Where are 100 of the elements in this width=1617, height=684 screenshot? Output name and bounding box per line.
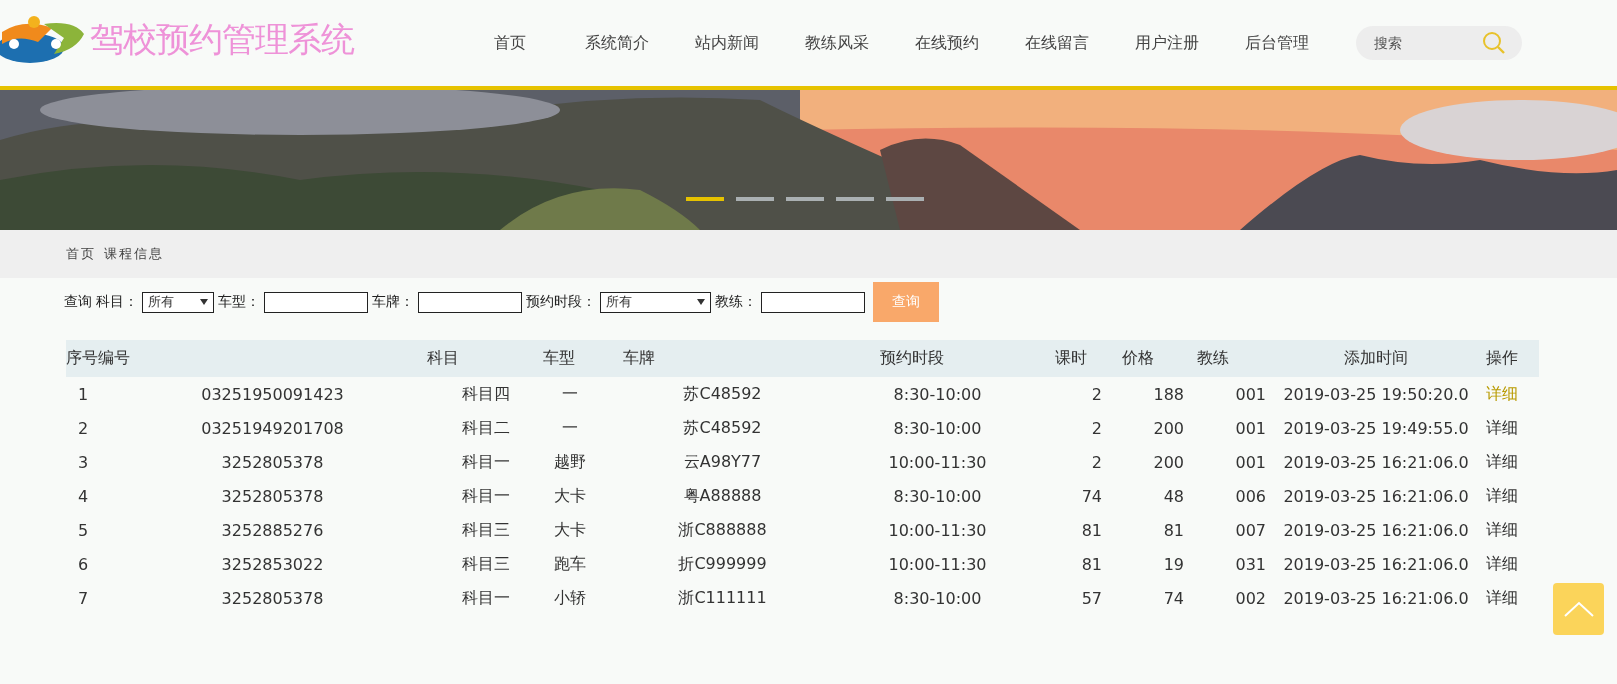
- table-cell-text: 科目二: [461, 416, 511, 439]
- table-cell-text: 001: [1234, 417, 1267, 440]
- table-cell-text: 3252853022: [220, 553, 325, 576]
- column-header: 序号编号: [66, 340, 150, 377]
- table-cell-text: 57: [1080, 587, 1103, 610]
- table-cell-text: 2019-03-25 16:21:06.0: [1282, 451, 1470, 474]
- table-cell-text: 03251949201708: [200, 417, 345, 440]
- detail-link[interactable]: 详细: [1486, 519, 1518, 539]
- table-cell: 8:30-10:00: [830, 377, 1045, 411]
- table-cell-text: 10:00-11:30: [887, 519, 988, 542]
- table-cell-text: 74: [1162, 587, 1185, 610]
- table-cell-text: 2019-03-25 16:21:06.0: [1282, 519, 1470, 542]
- table-cell-text: 科目三: [461, 518, 511, 541]
- slide-indicator[interactable]: [836, 197, 874, 201]
- table-cell-text: 科目一: [461, 450, 511, 473]
- table-cell-text: 3: [77, 451, 90, 474]
- table-cell: 2: [1045, 377, 1110, 411]
- nav-link[interactable]: 站内新闻: [672, 32, 782, 54]
- table-cell-text: 19: [1162, 553, 1185, 576]
- table-cell: 苏C48592: [615, 377, 830, 411]
- table-cell-text: 2019-03-25 19:49:55.0: [1282, 417, 1470, 440]
- nav-link[interactable]: 后台管理: [1222, 32, 1332, 54]
- table-cell-text: 大卡: [553, 518, 587, 541]
- nav-link[interactable]: 系统简介: [562, 32, 672, 54]
- column-header: 价格: [1110, 340, 1190, 377]
- table-cell-text: 3252805378: [220, 485, 325, 508]
- column-header: 预约时段: [830, 340, 1045, 377]
- table-cell-text: 031: [1234, 553, 1267, 576]
- table-cell-text: 5: [77, 519, 90, 542]
- table-cell-text: 2019-03-25 16:21:06.0: [1282, 485, 1470, 508]
- table-cell-text: 6: [77, 553, 90, 576]
- breadcrumb-link[interactable]: 首页: [66, 245, 96, 263]
- input-field[interactable]: [761, 291, 865, 313]
- input-field[interactable]: [418, 291, 522, 313]
- column-header: 车牌: [615, 340, 830, 377]
- detail-link[interactable]: 详细: [1486, 451, 1518, 471]
- table-cell: 188: [1110, 377, 1190, 411]
- slide-indicator[interactable]: [786, 197, 824, 201]
- logo-icon: [0, 14, 86, 66]
- table-cell: 科目四: [395, 377, 525, 411]
- table-cell-text: 科目一: [461, 586, 511, 609]
- chevron-up-icon: [1563, 601, 1594, 617]
- query-label: 查询: [64, 293, 92, 311]
- slide-indicator[interactable]: [686, 197, 724, 201]
- table-cell-text: 200: [1152, 417, 1185, 440]
- dropdown[interactable]: 所有: [600, 291, 711, 313]
- table-cell-text: 3252885276: [220, 519, 325, 542]
- table-cell-text: 8:30-10:00: [892, 587, 983, 610]
- input-field[interactable]: [264, 291, 368, 313]
- table-cell-text: 2: [1090, 417, 1103, 440]
- search-icon[interactable]: [1482, 31, 1506, 55]
- detail-link[interactable]: 详细: [1486, 553, 1518, 573]
- back-to-top-button[interactable]: [1553, 583, 1604, 635]
- search-field[interactable]: 搜索: [1356, 26, 1522, 60]
- nav-link[interactable]: 用户注册: [1112, 32, 1222, 54]
- column-header: 科目: [395, 340, 525, 377]
- detail-link[interactable]: 详细: [1486, 485, 1518, 505]
- nav-link[interactable]: 教练风采: [782, 32, 892, 54]
- table-cell-text: 科目三: [461, 552, 511, 575]
- table-cell-text: 2019-03-25 16:21:06.0: [1282, 587, 1470, 610]
- dropdown[interactable]: 所有: [142, 291, 214, 313]
- table-cell: 001: [1190, 377, 1272, 411]
- table-cell-text: 007: [1234, 519, 1267, 542]
- table-cell-text: 81: [1080, 553, 1103, 576]
- column-header: 操作: [1480, 340, 1539, 377]
- table-cell-text: 浙C111111: [677, 586, 768, 609]
- field-label: 车牌：: [372, 293, 414, 311]
- dropdown-arrow-icon: [200, 299, 208, 305]
- table-cell-text: 3252805378: [220, 451, 325, 474]
- table-cell-text: 10:00-11:30: [887, 451, 988, 474]
- slide-indicator[interactable]: [736, 197, 774, 201]
- table-cell-text: 科目一: [461, 484, 511, 507]
- breadcrumb-link[interactable]: 课程信息: [104, 245, 164, 263]
- column-header: 课时: [1045, 340, 1110, 377]
- table-cell-text: 81: [1162, 519, 1185, 542]
- table-cell-text: 74: [1080, 485, 1103, 508]
- slide-indicator[interactable]: [886, 197, 924, 201]
- detail-link[interactable]: 详细: [1486, 587, 1518, 607]
- table-cell-text: 002: [1234, 587, 1267, 610]
- nav-link[interactable]: 在线预约: [892, 32, 1002, 54]
- detail-link[interactable]: 详细: [1486, 417, 1518, 437]
- table-cell-text: 3252805378: [220, 587, 325, 610]
- nav-link[interactable]: 首页: [470, 32, 550, 54]
- nav-link[interactable]: 在线留言: [1002, 32, 1112, 54]
- field-label: 科目：: [96, 293, 138, 311]
- table-cell-text: 浙C888888: [677, 518, 768, 541]
- table-cell-text: 跑车: [553, 552, 587, 575]
- table-cell-text: 7: [77, 587, 90, 610]
- table-cell-text: 81: [1080, 519, 1103, 542]
- table-cell-text: 一: [561, 416, 579, 439]
- table-cell-text: 粤A88888: [682, 484, 763, 507]
- table-cell-text: 云A98Y77: [682, 450, 763, 473]
- table-cell-text: 48: [1162, 485, 1185, 508]
- table-cell-text: 2019-03-25 16:21:06.0: [1282, 553, 1470, 576]
- column-header: 添加时间: [1272, 340, 1480, 377]
- table-cell: 1: [66, 377, 150, 411]
- table-cell-text: 小轿: [553, 586, 587, 609]
- site-title: 驾校预约管理系统: [90, 18, 354, 61]
- table-cell-text: 006: [1234, 485, 1267, 508]
- field-label: 预约时段：: [526, 293, 596, 311]
